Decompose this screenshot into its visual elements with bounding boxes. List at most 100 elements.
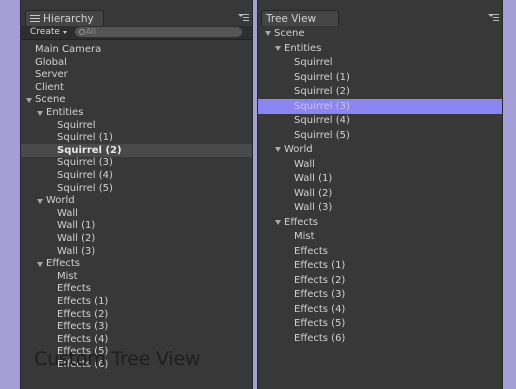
tree-node-label: Effects (5) bbox=[294, 318, 346, 329]
tree-node-parent[interactable]: World bbox=[258, 142, 502, 157]
dropdown-arrow-icon bbox=[62, 31, 67, 34]
tree-node[interactable]: Global bbox=[21, 56, 252, 69]
hierarchy-panel: Hierarchy Create All Main Camera Global Se… bbox=[20, 0, 253, 389]
tree-node-parent[interactable]: Entities bbox=[21, 106, 252, 119]
hierarchy-toolbar: Create All bbox=[21, 26, 252, 40]
tree-node[interactable]: Wall (2) bbox=[258, 186, 502, 201]
tree-node-label: Squirrel (2) bbox=[294, 86, 350, 97]
tree-node[interactable]: Effects (4) bbox=[258, 302, 502, 317]
tree-node[interactable]: Squirrel (5) bbox=[258, 128, 502, 143]
tree-node-label: Effects (3) bbox=[294, 289, 346, 300]
tree-node[interactable]: Effects (3) bbox=[258, 287, 502, 302]
expand-arrow-icon[interactable] bbox=[275, 219, 281, 225]
tree-node-label: Effects (4) bbox=[57, 333, 109, 345]
tree-node-label: Effects (2) bbox=[294, 274, 346, 286]
tree-node[interactable]: Effects (6) bbox=[258, 331, 502, 346]
create-button[interactable]: Create bbox=[30, 27, 67, 38]
tree-node[interactable]: Squirrel bbox=[258, 55, 502, 70]
tree-node-label: World bbox=[46, 195, 75, 207]
tree-node-label: Squirrel (3) bbox=[57, 157, 113, 169]
tree-node[interactable]: Wall (3) bbox=[21, 245, 252, 258]
tree-node-label: Squirrel (1) bbox=[57, 132, 113, 144]
tree-node-parent[interactable]: Scene bbox=[258, 26, 502, 41]
tree-node[interactable]: Effects (2) bbox=[258, 273, 502, 288]
caption: Custom Tree View bbox=[34, 348, 201, 370]
tree-node-label: Wall (3) bbox=[294, 202, 333, 213]
tree-node-label: Squirrel (5) bbox=[294, 129, 350, 141]
tree-node-label: Squirrel (5) bbox=[57, 182, 113, 194]
tree-node-parent[interactable]: Scene bbox=[21, 93, 252, 106]
tree-node-label: Squirrel (2) bbox=[57, 144, 122, 156]
tree-node[interactable]: Squirrel (2) bbox=[21, 143, 252, 157]
tree-node-label: Effects (1) bbox=[294, 260, 346, 271]
tree-node-label: Effects (2) bbox=[57, 308, 109, 320]
tree-node[interactable]: Squirrel (1) bbox=[258, 70, 502, 85]
expand-arrow-icon[interactable] bbox=[275, 45, 281, 51]
tree-node[interactable]: Mist bbox=[21, 270, 252, 283]
tree-node[interactable]: Mist bbox=[258, 229, 502, 244]
search-icon bbox=[79, 29, 85, 35]
tree-node[interactable]: Effects (2) bbox=[21, 308, 252, 321]
tree-node[interactable]: Squirrel (5) bbox=[21, 182, 252, 195]
tree-node-label: Main Camera bbox=[35, 44, 102, 55]
tree-node-label: Wall (2) bbox=[57, 233, 96, 244]
tree-node[interactable]: Wall (1) bbox=[21, 219, 252, 232]
tree-node-label: Effects bbox=[294, 245, 328, 257]
search-input[interactable]: All bbox=[75, 27, 242, 37]
expand-arrow-icon[interactable] bbox=[265, 31, 271, 36]
tree-node[interactable]: Wall (3) bbox=[258, 200, 502, 215]
tab-hierarchy[interactable]: Hierarchy bbox=[25, 10, 104, 26]
list-icon bbox=[30, 14, 40, 23]
tree-node[interactable]: Wall bbox=[258, 157, 502, 172]
expand-arrow-icon[interactable] bbox=[37, 262, 43, 268]
expand-arrow-icon[interactable] bbox=[275, 147, 281, 152]
panel-menu-icon[interactable] bbox=[488, 14, 499, 22]
tree-node[interactable]: Squirrel (4) bbox=[21, 169, 252, 182]
tree-node-label: Squirrel (4) bbox=[57, 170, 113, 181]
tree-node-label: Entities bbox=[284, 42, 322, 54]
tree-node-label: Effects bbox=[46, 258, 80, 270]
tree-node[interactable]: Wall (1) bbox=[258, 171, 502, 186]
tree-node[interactable]: Effects (5) bbox=[258, 316, 502, 331]
tree-node-label: Wall (3) bbox=[57, 245, 96, 257]
tree-node[interactable]: Main Camera bbox=[21, 43, 252, 56]
tree-node[interactable]: Effects bbox=[21, 282, 252, 295]
tree-node[interactable]: Squirrel bbox=[21, 119, 252, 132]
tree-node[interactable]: Effects (1) bbox=[21, 295, 252, 308]
tree-node-label: Squirrel (1) bbox=[294, 71, 350, 83]
tree-node-label: World bbox=[284, 144, 313, 155]
tree-node-parent[interactable]: Entities bbox=[258, 41, 502, 56]
tree-node[interactable]: Effects bbox=[258, 244, 502, 259]
tree-node-parent[interactable]: World bbox=[21, 194, 252, 207]
tree-node-label: Squirrel bbox=[57, 119, 96, 131]
tree-view-tab-title: Tree View bbox=[266, 12, 317, 25]
search-placeholder: All bbox=[86, 27, 96, 36]
tab-tree-view[interactable]: Tree View bbox=[261, 10, 339, 26]
tree-node[interactable]: Squirrel (3) bbox=[258, 98, 502, 114]
tree-node-parent[interactable]: Effects bbox=[258, 215, 502, 230]
tree-node[interactable]: Wall (2) bbox=[21, 232, 252, 245]
tree-node[interactable]: Squirrel (2) bbox=[258, 84, 502, 99]
tree-node-label: Squirrel bbox=[294, 57, 333, 68]
tree-node-label: Global bbox=[35, 56, 67, 68]
tree-node[interactable]: Effects (4) bbox=[21, 333, 252, 346]
tree-node-label: Mist bbox=[294, 231, 315, 242]
tree-node[interactable]: Effects (1) bbox=[258, 258, 502, 273]
tree-node[interactable]: Squirrel (4) bbox=[258, 113, 502, 128]
tree-node[interactable]: Client bbox=[21, 81, 252, 94]
expand-arrow-icon[interactable] bbox=[37, 111, 43, 116]
tree-node[interactable]: Server bbox=[21, 68, 252, 81]
panel-menu-icon[interactable] bbox=[238, 14, 249, 22]
tree-node[interactable]: Wall bbox=[21, 207, 252, 220]
tree-node-label: Squirrel (3) bbox=[294, 100, 350, 112]
tree-node-label: Wall (2) bbox=[294, 187, 333, 199]
tree-node[interactable]: Squirrel (1) bbox=[21, 131, 252, 144]
tree-node-parent[interactable]: Effects bbox=[21, 257, 252, 270]
tree-node[interactable]: Effects (3) bbox=[21, 320, 252, 333]
tree-node-label: Squirrel (4) bbox=[294, 115, 350, 126]
expand-arrow-icon[interactable] bbox=[26, 98, 32, 104]
tree-node-label: Entities bbox=[46, 107, 84, 118]
tree-node[interactable]: Squirrel (3) bbox=[21, 156, 252, 169]
expand-arrow-icon[interactable] bbox=[37, 199, 43, 205]
tree-node-label: Server bbox=[35, 69, 68, 81]
